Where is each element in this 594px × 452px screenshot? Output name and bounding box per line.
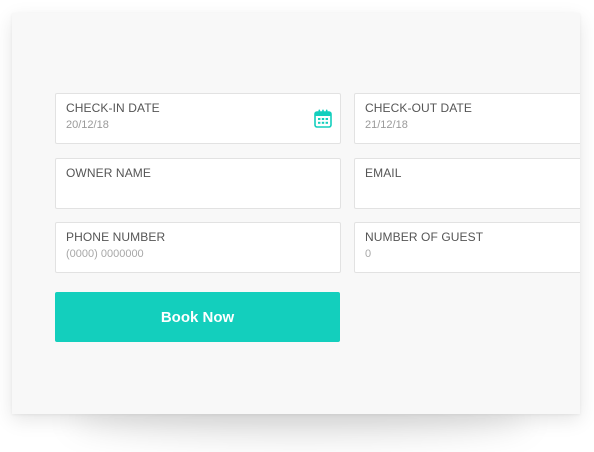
booking-form-card: CHECK-IN DATE CHECK-OUT [12,13,580,414]
email-input[interactable] [365,184,580,196]
owner-name-label: OWNER NAME [66,166,151,180]
phone-number-input[interactable] [66,248,286,260]
owner-name-field[interactable]: OWNER NAME [55,158,341,209]
checkin-date-field[interactable]: CHECK-IN DATE [55,93,341,144]
phone-number-field[interactable]: PHONE NUMBER [55,222,341,273]
number-of-guest-input[interactable] [365,248,580,260]
checkin-date-label: CHECK-IN DATE [66,101,160,115]
book-now-button[interactable]: Book Now [55,292,340,342]
page: CHECK-IN DATE CHECK-OUT [0,0,594,452]
number-of-guest-label: NUMBER OF GUEST [365,230,484,244]
checkin-date-input[interactable] [66,119,286,131]
calendar-icon[interactable] [314,109,332,128]
email-field[interactable]: EMAIL [354,158,580,209]
checkout-date-input[interactable] [365,119,580,131]
email-label: EMAIL [365,166,402,180]
number-of-guest-field[interactable]: NUMBER OF GUEST [354,222,580,273]
phone-number-label: PHONE NUMBER [66,230,166,244]
owner-name-input[interactable] [66,184,286,196]
checkout-date-label: CHECK-OUT DATE [365,101,472,115]
checkout-date-field[interactable]: CHECK-OUT DATE [354,93,580,144]
